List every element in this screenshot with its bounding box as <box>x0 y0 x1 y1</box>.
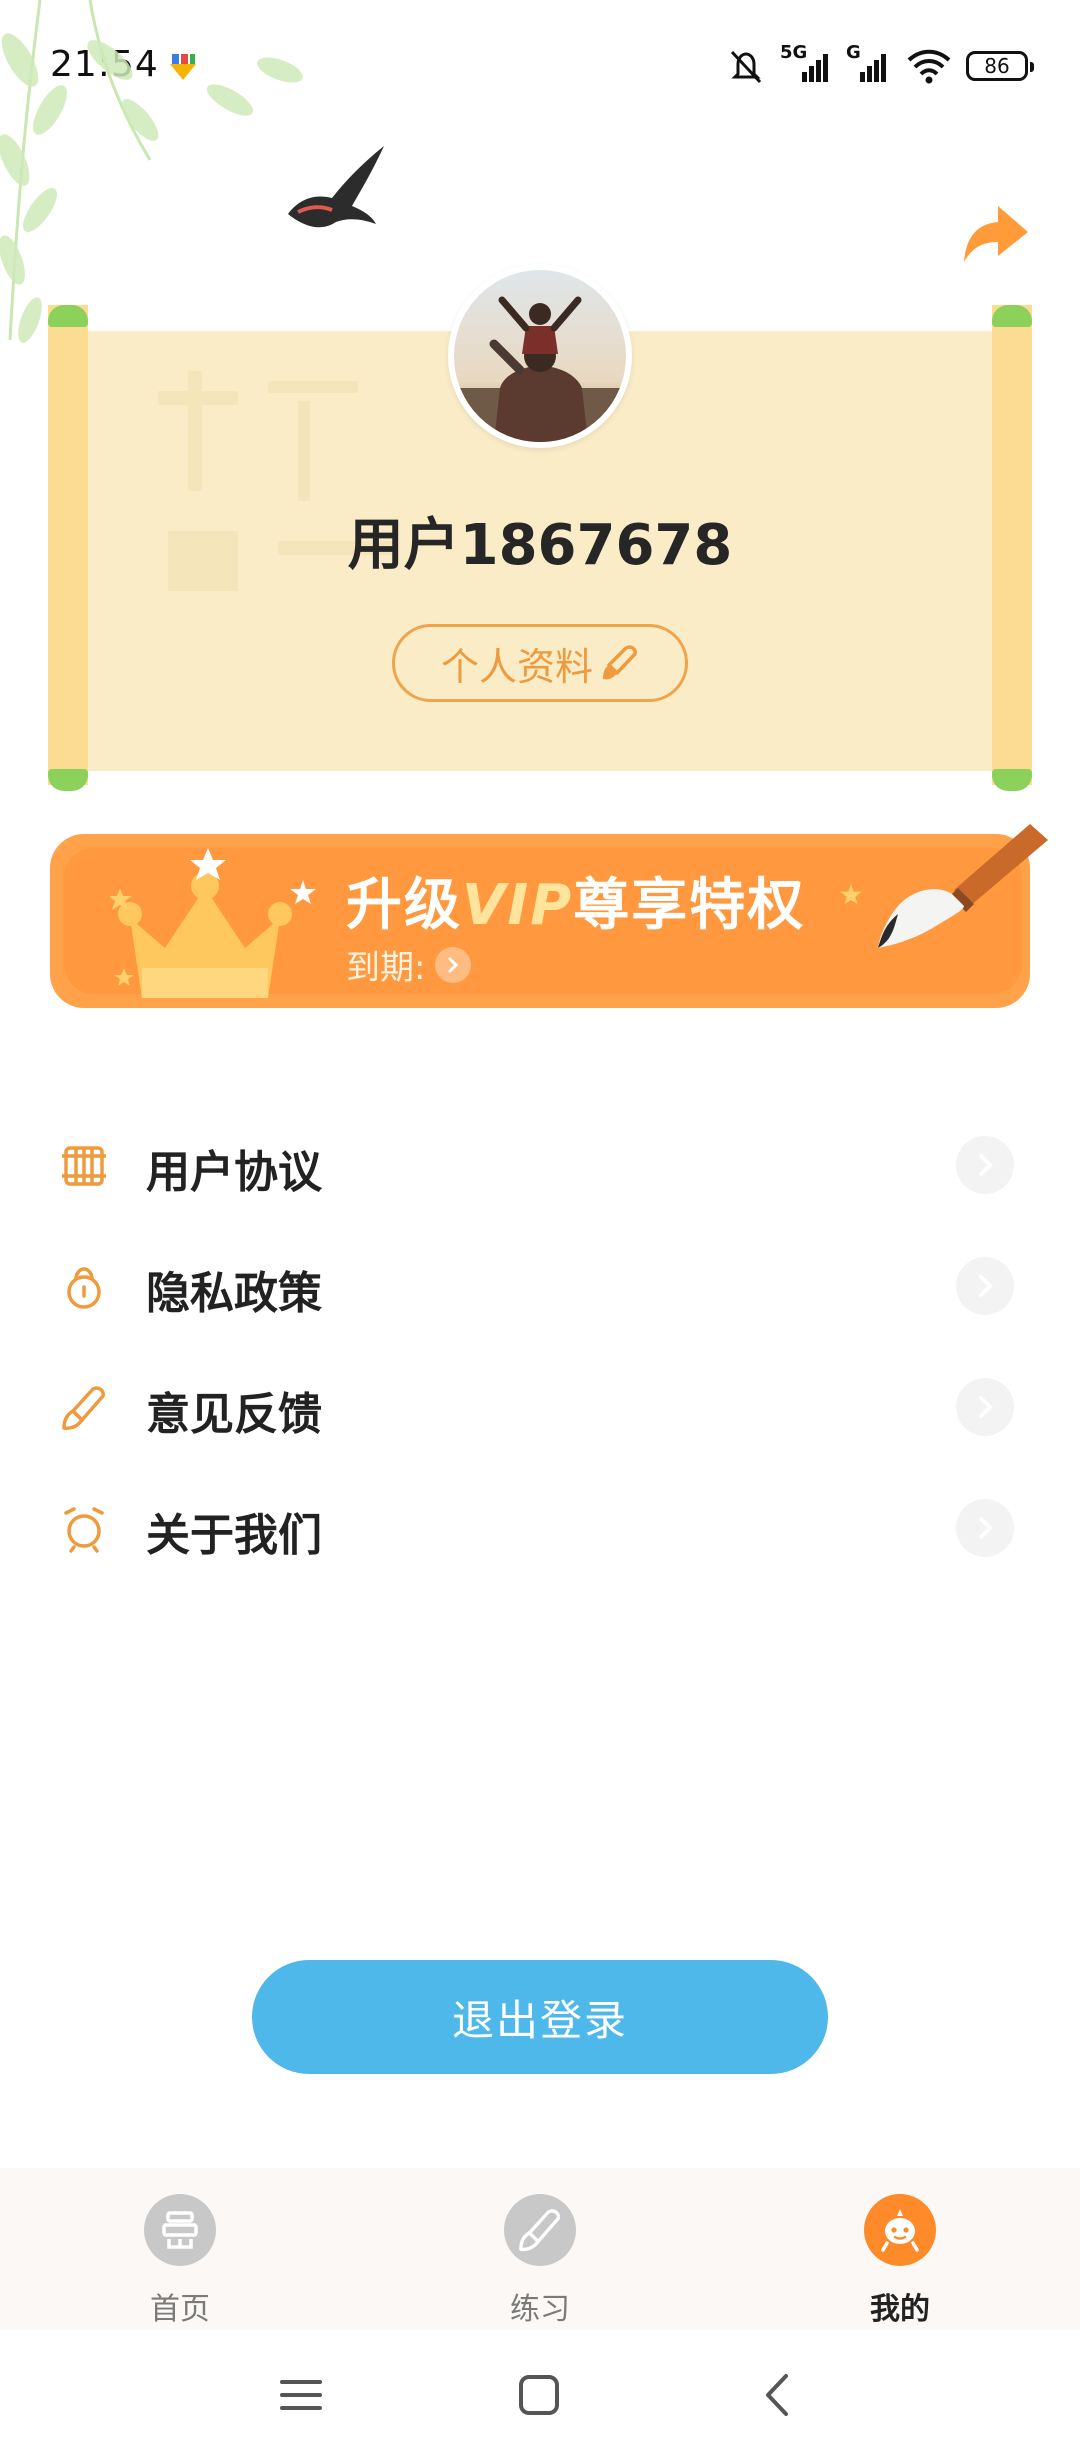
battery-icon: 86 <box>966 51 1034 81</box>
signal-icon-2: G <box>846 42 892 86</box>
menu-item-feedback[interactable]: 意见反馈 <box>0 1342 1080 1463</box>
vip-title-suffix: 尊享特权 <box>573 873 806 938</box>
swallow-decoration <box>288 146 384 228</box>
vip-title-vip: VIP <box>462 873 574 938</box>
avatar-image <box>454 270 626 442</box>
logout-button[interactable]: 退出登录 <box>252 1960 828 2074</box>
bottom-nav: 首页 练习 我的 <box>0 2168 1080 2330</box>
user-icon <box>864 2194 936 2266</box>
menu-item-label: 用户协议 <box>146 1147 322 1198</box>
back-icon[interactable] <box>752 2368 806 2422</box>
crown-icon <box>110 848 292 998</box>
menu-item-label: 意见反馈 <box>146 1389 322 1440</box>
menu-item-label: 关于我们 <box>146 1510 322 1561</box>
brush-icon <box>603 645 637 680</box>
home-icon <box>144 2194 216 2266</box>
wifi-icon <box>907 49 951 84</box>
calligraphy-brush-icon <box>878 824 1048 948</box>
vip-expire: 到期: <box>346 940 472 989</box>
menu-item-user-agreement[interactable]: 用户协议 <box>0 1100 1080 1221</box>
home-button-icon[interactable] <box>512 2368 566 2422</box>
agreement-icon <box>62 1146 106 1186</box>
signal-icon: 5G <box>780 42 832 86</box>
share-icon[interactable] <box>958 196 1032 270</box>
tab-mine[interactable]: 我的 <box>820 2194 980 2327</box>
lock-icon <box>67 1267 101 1309</box>
scroll-cap <box>992 769 1032 791</box>
scroll-cap <box>48 305 88 327</box>
vip-expire-label: 到期: <box>346 948 426 988</box>
mute-icon <box>730 50 762 84</box>
recent-apps-icon[interactable] <box>274 2368 328 2422</box>
scroll-cap <box>48 769 88 791</box>
settings-menu: 用户协议 隐私政策 意见反馈 关于我们 <box>0 1100 1080 1584</box>
chevron-right-icon <box>956 1136 1014 1194</box>
system-nav-bar <box>0 2330 1080 2460</box>
tab-home[interactable]: 首页 <box>100 2194 260 2327</box>
avatar[interactable] <box>448 264 632 448</box>
brush-icon <box>504 2194 576 2266</box>
alarm-icon <box>64 1507 104 1553</box>
star-icon <box>290 880 316 904</box>
scroll-cap <box>992 305 1032 327</box>
vip-upgrade-banner[interactable]: 升级VIP尊享特权 到期: <box>50 824 1048 1008</box>
edit-profile-label: 个人资料 <box>440 644 593 689</box>
edit-profile-button[interactable]: 个人资料 <box>392 624 688 702</box>
tab-home-label: 首页 <box>150 2292 210 2327</box>
menu-item-about-us[interactable]: 关于我们 <box>0 1463 1080 1584</box>
vip-title-prefix: 升级 <box>346 873 462 938</box>
chevron-right-icon <box>956 1257 1014 1315</box>
vip-title: 升级VIP尊享特权 <box>346 860 805 941</box>
brush-icon <box>62 1386 105 1430</box>
chevron-right-icon <box>435 946 472 983</box>
star-icon <box>840 884 862 905</box>
battery-level: 86 <box>984 54 1010 78</box>
chevron-right-icon <box>956 1499 1014 1557</box>
tab-practice-label: 练习 <box>510 2292 570 2327</box>
menu-item-privacy-policy[interactable]: 隐私政策 <box>0 1221 1080 1342</box>
chevron-right-icon <box>956 1378 1014 1436</box>
username: 用户1867678 <box>347 513 733 578</box>
tab-mine-label: 我的 <box>870 2292 930 2327</box>
status-icons: 5G G 86 <box>726 42 1034 88</box>
menu-item-label: 隐私政策 <box>146 1268 322 1319</box>
tab-practice[interactable]: 练习 <box>460 2194 620 2327</box>
